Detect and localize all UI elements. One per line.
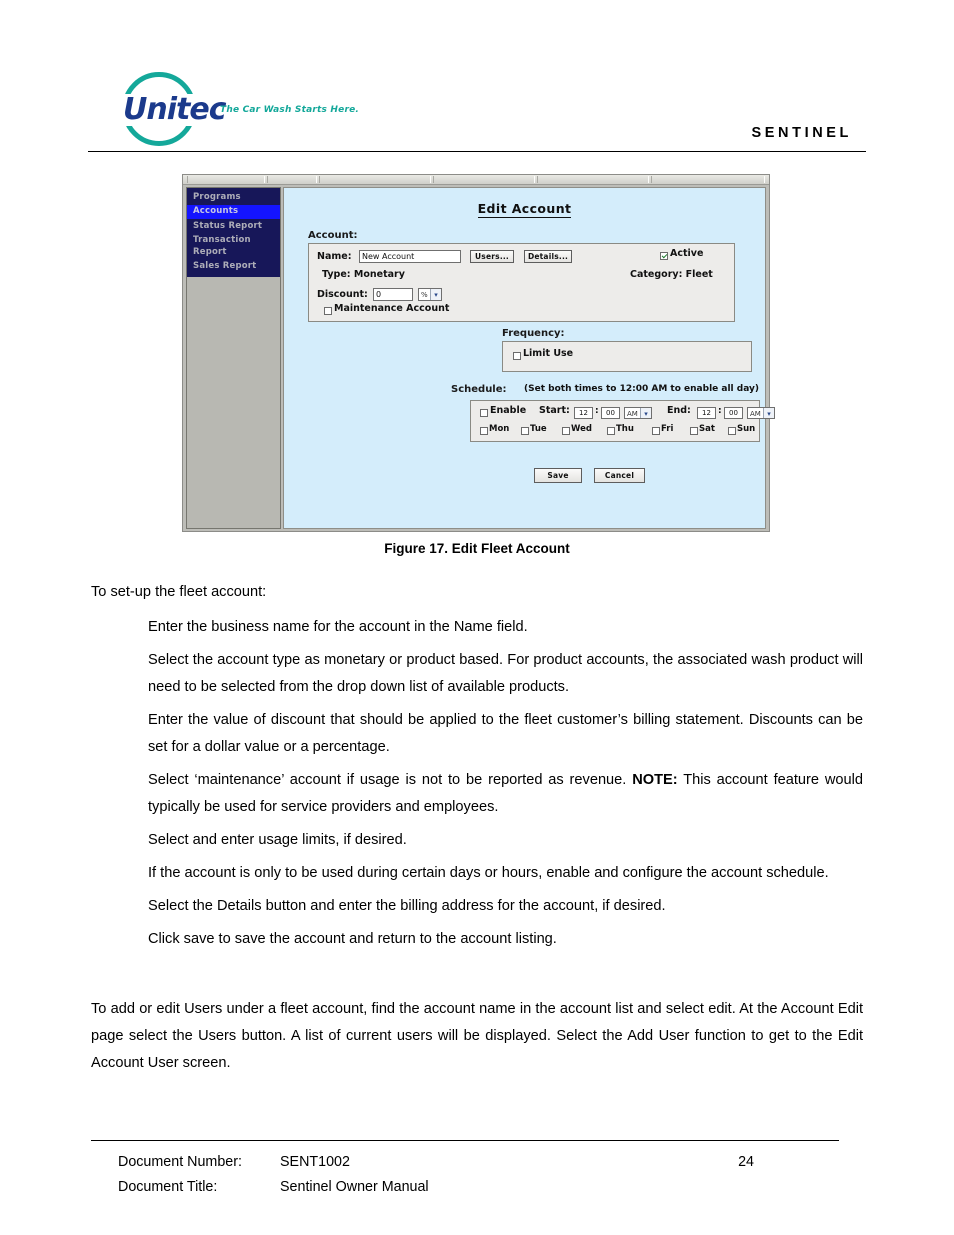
schedule-section-box: Enable Start: 12 : 00 AM ▾ End: 12 : 00 … <box>470 400 775 442</box>
limit-use-checkbox[interactable] <box>513 352 521 360</box>
frequency-section-label: Frequency: <box>502 328 565 339</box>
end-hour-input[interactable]: 12 <box>697 407 716 419</box>
note-keyword: NOTE: <box>632 772 678 788</box>
name-input[interactable]: New Account <box>359 250 461 263</box>
save-button[interactable]: Save <box>534 468 582 483</box>
account-section-label: Account: <box>308 230 358 241</box>
footer-doc-number-row: Document Number: SENT1002 24 <box>118 1150 839 1175</box>
end-minute-input[interactable]: 00 <box>724 407 743 419</box>
day-checkbox-thu[interactable] <box>607 427 615 435</box>
step-3: Enter the value of discount that should … <box>148 712 863 755</box>
sidebar-item-programs[interactable]: Programs <box>187 190 280 205</box>
sidebar-item-transaction-report[interactable]: Transaction Report <box>187 234 280 260</box>
limit-use-label: Limit Use <box>523 348 574 359</box>
chevron-down-icon: ▾ <box>430 289 441 300</box>
discount-unit-select[interactable]: % ▾ <box>418 288 442 301</box>
step-4-note: Select ‘maintenance’ account if usage is… <box>91 767 863 821</box>
active-label: Active <box>670 248 704 259</box>
closing-paragraph: To add or edit Users under a fleet accou… <box>91 1001 863 1071</box>
footer-doc-title-row: Document Title: Sentinel Owner Manual <box>118 1175 839 1200</box>
step-8: Click save to save the account and retur… <box>148 931 557 947</box>
chevron-down-icon: ▾ <box>640 408 651 418</box>
footer-doc-number-label: Document Number: <box>118 1154 242 1170</box>
figure-caption: Figure 17. Edit Fleet Account <box>384 541 570 556</box>
day-label-mon: Mon <box>489 424 510 434</box>
schedule-enable-label: Enable <box>490 405 527 416</box>
end-meridiem-select[interactable]: AM ▾ <box>747 407 775 419</box>
name-label: Name: <box>317 251 352 262</box>
step-5: Select and enter usage limits, if desire… <box>148 832 407 848</box>
sidebar-menu: Programs Accounts Status Report Transact… <box>187 188 280 277</box>
start-label: Start: <box>539 405 570 416</box>
intro-paragraph: To set-up the fleet account: <box>91 584 267 600</box>
start-minute-input[interactable]: 00 <box>601 407 620 419</box>
step-6: If the account is only to be used during… <box>148 865 829 881</box>
schedule-enable-checkbox[interactable] <box>480 409 488 417</box>
day-label-thu: Thu <box>616 424 634 434</box>
header-product-name: SENTINEL <box>751 125 852 141</box>
figure-edit-fleet-account: Programs Accounts Status Report Transact… <box>182 174 775 532</box>
footer-doc-title-label: Document Title: <box>118 1179 218 1195</box>
sidebar-item-sales-report[interactable]: Sales Report <box>187 260 280 275</box>
type-value: Type: Monetary <box>322 269 405 280</box>
schedule-section-label: Schedule: <box>451 384 507 395</box>
end-label: End: <box>667 405 691 416</box>
day-checkbox-sun[interactable] <box>728 427 736 435</box>
sidebar-item-status-report[interactable]: Status Report <box>187 219 280 234</box>
application-window: Programs Accounts Status Report Transact… <box>182 174 775 532</box>
footer-doc-title-value: Sentinel Owner Manual <box>280 1179 429 1195</box>
header-divider <box>88 151 866 152</box>
chevron-down-icon: ▾ <box>763 408 774 418</box>
users-button[interactable]: Users... <box>470 250 514 263</box>
app-page-title-text: Edit Account <box>477 201 572 218</box>
day-checkbox-tue[interactable] <box>521 427 529 435</box>
start-meridiem-select[interactable]: AM ▾ <box>624 407 652 419</box>
day-label-sun: Sun <box>737 424 756 434</box>
start-meridiem-value: AM <box>627 410 638 418</box>
category-value: Category: Fleet <box>630 269 713 280</box>
footer-divider <box>91 1140 839 1141</box>
day-label-tue: Tue <box>530 424 547 434</box>
discount-input[interactable]: 0 <box>373 288 413 301</box>
end-meridiem-value: AM <box>750 410 761 418</box>
step-4-text-before: Select ‘maintenance’ account if usage is… <box>148 772 633 788</box>
sidebar-item-accounts[interactable]: Accounts <box>187 204 280 219</box>
footer-doc-number-value: SENT1002 <box>280 1154 350 1170</box>
app-page-title: Edit Account <box>284 201 765 218</box>
cancel-button[interactable]: Cancel <box>594 468 645 483</box>
day-label-sat: Sat <box>699 424 715 434</box>
start-hour-input[interactable]: 12 <box>574 407 593 419</box>
details-button[interactable]: Details... <box>524 250 572 263</box>
logo-wordmark: Unitec <box>120 94 229 126</box>
maintenance-account-label: Maintenance Account <box>334 303 450 314</box>
step-7: Select the Details button and enter the … <box>148 898 666 914</box>
logo-tagline: The Car Wash Starts Here. <box>220 105 360 115</box>
step-1: Enter the business name for the account … <box>148 619 528 635</box>
day-checkbox-sat[interactable] <box>690 427 698 435</box>
discount-unit-value: % <box>421 291 428 299</box>
day-checkbox-fri[interactable] <box>652 427 660 435</box>
body-copy: To set-up the fleet account: Enter the b… <box>91 582 863 959</box>
unitec-logo: Unitec The Car Wash Starts Here. <box>102 70 402 148</box>
discount-label: Discount: <box>317 289 368 300</box>
app-main-panel: Edit Account Account: Name: New Account … <box>283 187 775 529</box>
active-checkbox[interactable] <box>660 252 668 260</box>
toolbar-strip <box>183 175 769 185</box>
step-2: Select the account type as monetary or p… <box>148 652 863 695</box>
day-checkbox-mon[interactable] <box>480 427 488 435</box>
end-time-colon: : <box>718 406 722 416</box>
page-footer: Document Number: SENT1002 24 Document Tit… <box>118 1150 839 1200</box>
page-number: 24 <box>738 1154 754 1170</box>
day-label-fri: Fri <box>661 424 674 434</box>
maintenance-account-checkbox[interactable] <box>324 307 332 315</box>
page-header: Unitec The Car Wash Starts Here. SENTINE… <box>88 70 866 150</box>
day-label-wed: Wed <box>571 424 592 434</box>
schedule-hint: (Set both times to 12:00 AM to enable al… <box>524 384 759 394</box>
day-checkbox-wed[interactable] <box>562 427 570 435</box>
app-sidebar: Programs Accounts Status Report Transact… <box>186 187 281 529</box>
frequency-section-box: Limit Use <box>502 341 752 372</box>
account-section-box: Name: New Account Users... Details... Ac… <box>308 243 735 322</box>
start-time-colon: : <box>595 406 599 416</box>
